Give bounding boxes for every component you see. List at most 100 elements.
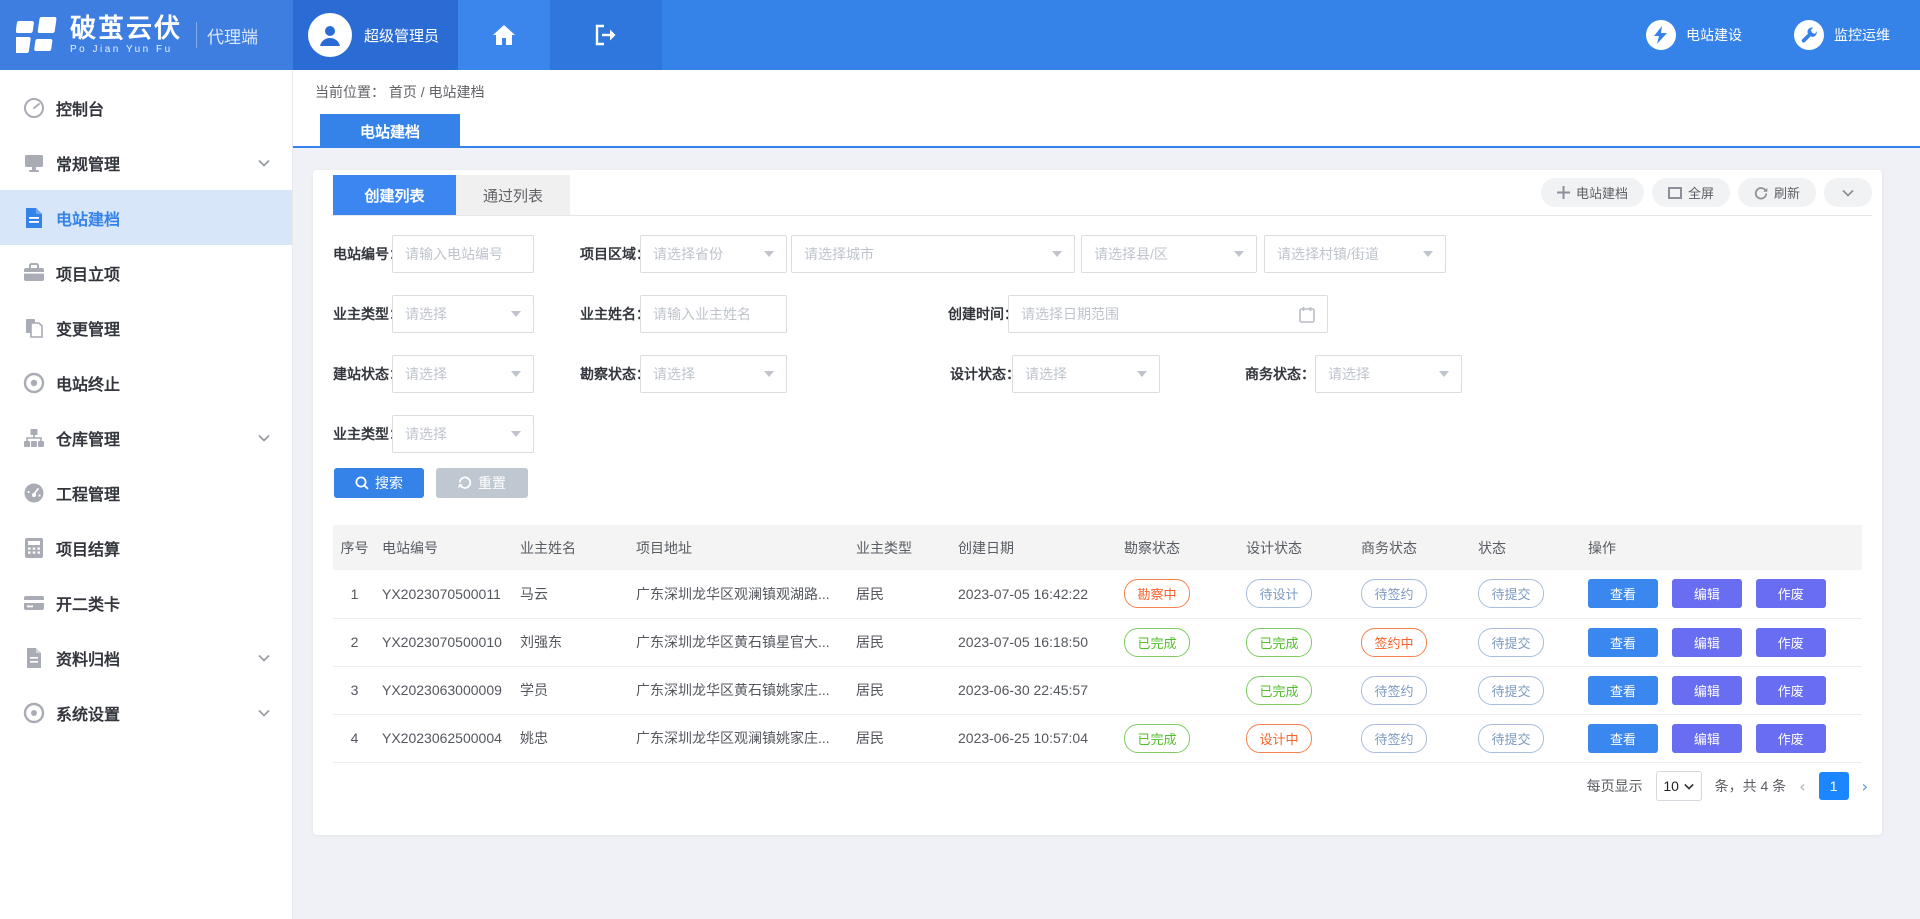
logout-button[interactable] <box>550 0 662 70</box>
edit-button[interactable]: 编辑 <box>1672 724 1742 753</box>
sidebar-item-data-archive[interactable]: 资料归档 <box>0 630 292 685</box>
cell-status: 待提交 <box>1472 570 1582 618</box>
survey-status-placeholder: 请选择 <box>653 364 695 384</box>
owner-name-field[interactable] <box>640 295 787 333</box>
status-badge: 勘察中 <box>1124 579 1190 608</box>
survey-status-select[interactable]: 请选择 <box>640 355 787 393</box>
sidebar-item-system-settings[interactable]: 系统设置 <box>0 685 292 740</box>
nav-station-build[interactable]: 电站建设 <box>1646 20 1742 50</box>
per-page-select[interactable]: 10 <box>1656 771 1702 801</box>
nav-monitor-ops[interactable]: 监控运维 <box>1794 20 1890 50</box>
cell-design-status: 已完成 <box>1240 666 1355 714</box>
cell-business-status: 待签约 <box>1355 714 1472 762</box>
user-name: 超级管理员 <box>364 25 439 46</box>
user-block[interactable]: 超级管理员 <box>293 0 458 70</box>
chevron-down-icon <box>258 159 270 167</box>
cell-owner-type: 居民 <box>850 618 952 666</box>
select-arrow-icon <box>1137 371 1147 377</box>
sidebar-item-station-archive[interactable]: 电站建档 <box>0 190 292 245</box>
page-tab-underline <box>293 146 1920 148</box>
reset-button[interactable]: 重置 <box>436 468 528 498</box>
void-button[interactable]: 作废 <box>1756 724 1826 753</box>
status-badge: 待提交 <box>1478 628 1544 657</box>
cell-owner: 马云 <box>514 570 630 618</box>
city-select[interactable]: 请选择城市 <box>791 235 1075 273</box>
void-button[interactable]: 作废 <box>1756 628 1826 657</box>
sidebar-item-general-mgmt[interactable]: 常规管理 <box>0 135 292 190</box>
document-icon <box>22 206 46 230</box>
cell-address: 广东深圳龙华区黄石镇星官大... <box>630 618 850 666</box>
void-button[interactable]: 作废 <box>1756 579 1826 608</box>
avatar[interactable] <box>308 13 352 57</box>
sidebar-item-engineering-mgmt[interactable]: 工程管理 <box>0 465 292 520</box>
cell-owner: 学员 <box>514 666 630 714</box>
cell-no: 1 <box>333 570 376 618</box>
void-button[interactable]: 作废 <box>1756 676 1826 705</box>
cell-survey-status: 已完成 <box>1118 714 1240 762</box>
view-button[interactable]: 查看 <box>1588 676 1658 705</box>
select-arrow-icon <box>511 311 521 317</box>
sidebar-item-change-mgmt[interactable]: 变更管理 <box>0 300 292 355</box>
home-button[interactable] <box>458 0 550 70</box>
refresh-button[interactable]: 刷新 <box>1738 178 1816 207</box>
status-badge: 已完成 <box>1124 628 1190 657</box>
edit-button[interactable]: 编辑 <box>1672 676 1742 705</box>
cell-business-status: 签约中 <box>1355 618 1472 666</box>
logout-icon <box>594 24 618 46</box>
create-station-label: 电站建档 <box>1576 183 1628 202</box>
tab-create-list[interactable]: 创建列表 <box>333 175 456 215</box>
date-range-field[interactable]: 请选择日期范围 <box>1008 295 1328 333</box>
fullscreen-button[interactable]: 全屏 <box>1652 178 1730 207</box>
status-badge: 待提交 <box>1478 676 1544 705</box>
owner-type-placeholder: 请选择 <box>405 304 447 324</box>
design-status-select[interactable]: 请选择 <box>1012 355 1160 393</box>
dashboard-icon <box>22 96 46 120</box>
design-status-placeholder: 请选择 <box>1025 364 1067 384</box>
prev-page-button[interactable]: ‹ <box>1799 777 1805 796</box>
sidebar-item-label: 项目立项 <box>56 261 120 285</box>
view-button[interactable]: 查看 <box>1588 579 1658 608</box>
build-status-select[interactable]: 请选择 <box>392 355 534 393</box>
province-select[interactable]: 请选择省份 <box>640 235 787 273</box>
table-row: 4 YX2023062500004 姚忠 广东深圳龙华区观澜镇姚家庄... 居民… <box>333 714 1862 762</box>
sidebar-item-project-initiation[interactable]: 项目立项 <box>0 245 292 300</box>
next-page-button[interactable]: › <box>1862 777 1868 796</box>
cell-created: 2023-07-05 16:42:22 <box>952 570 1118 618</box>
sidebar-item-project-settlement[interactable]: 项目结算 <box>0 520 292 575</box>
sidebar-item-station-terminate[interactable]: 电站终止 <box>0 355 292 410</box>
chevron-down-icon <box>1842 189 1854 197</box>
owner-name-input[interactable] <box>641 296 786 332</box>
cell-survey-status: 勘察中 <box>1118 570 1240 618</box>
station-no-input[interactable] <box>393 236 533 272</box>
table-header-row: 序号 电站编号 业主姓名 项目地址 业主类型 创建日期 勘察状态 设计状态 商务… <box>333 525 1862 570</box>
sidebar-item-warehouse-mgmt[interactable]: 仓库管理 <box>0 410 292 465</box>
edit-button[interactable]: 编辑 <box>1672 579 1742 608</box>
business-status-select[interactable]: 请选择 <box>1315 355 1462 393</box>
page-number-button[interactable]: 1 <box>1819 772 1849 800</box>
tab-strip-divider <box>333 215 1872 216</box>
owner-type-select[interactable]: 请选择 <box>392 295 534 333</box>
card-toolbar: 电站建档 全屏 刷新 <box>1541 178 1872 207</box>
owner-type2-select[interactable]: 请选择 <box>392 415 534 453</box>
file-icon <box>22 646 46 670</box>
city-placeholder: 请选择城市 <box>804 244 874 264</box>
reset-icon <box>458 476 472 490</box>
page-tab-station-archive[interactable]: 电站建档 <box>320 114 460 148</box>
sidebar-item-dashboard[interactable]: 控制台 <box>0 80 292 135</box>
edit-button[interactable]: 编辑 <box>1672 628 1742 657</box>
view-button[interactable]: 查看 <box>1588 628 1658 657</box>
col-header-status: 状态 <box>1472 525 1582 570</box>
view-button[interactable]: 查看 <box>1588 724 1658 753</box>
search-button[interactable]: 搜索 <box>334 468 424 498</box>
cell-actions: 查看 编辑 作废 <box>1582 570 1862 618</box>
per-page-value: 10 <box>1663 778 1679 794</box>
collapse-toolbar-button[interactable] <box>1824 178 1872 207</box>
county-select[interactable]: 请选择县/区 <box>1081 235 1257 273</box>
tab-passed-list[interactable]: 通过列表 <box>456 175 570 215</box>
create-station-button[interactable]: 电站建档 <box>1541 178 1644 207</box>
sidebar-item-label: 项目结算 <box>56 536 120 560</box>
sidebar-item-open-class2-card[interactable]: 开二类卡 <box>0 575 292 630</box>
town-select[interactable]: 请选择村镇/街道 <box>1264 235 1446 273</box>
cell-business-status: 待签约 <box>1355 570 1472 618</box>
station-no-field[interactable] <box>392 235 534 273</box>
